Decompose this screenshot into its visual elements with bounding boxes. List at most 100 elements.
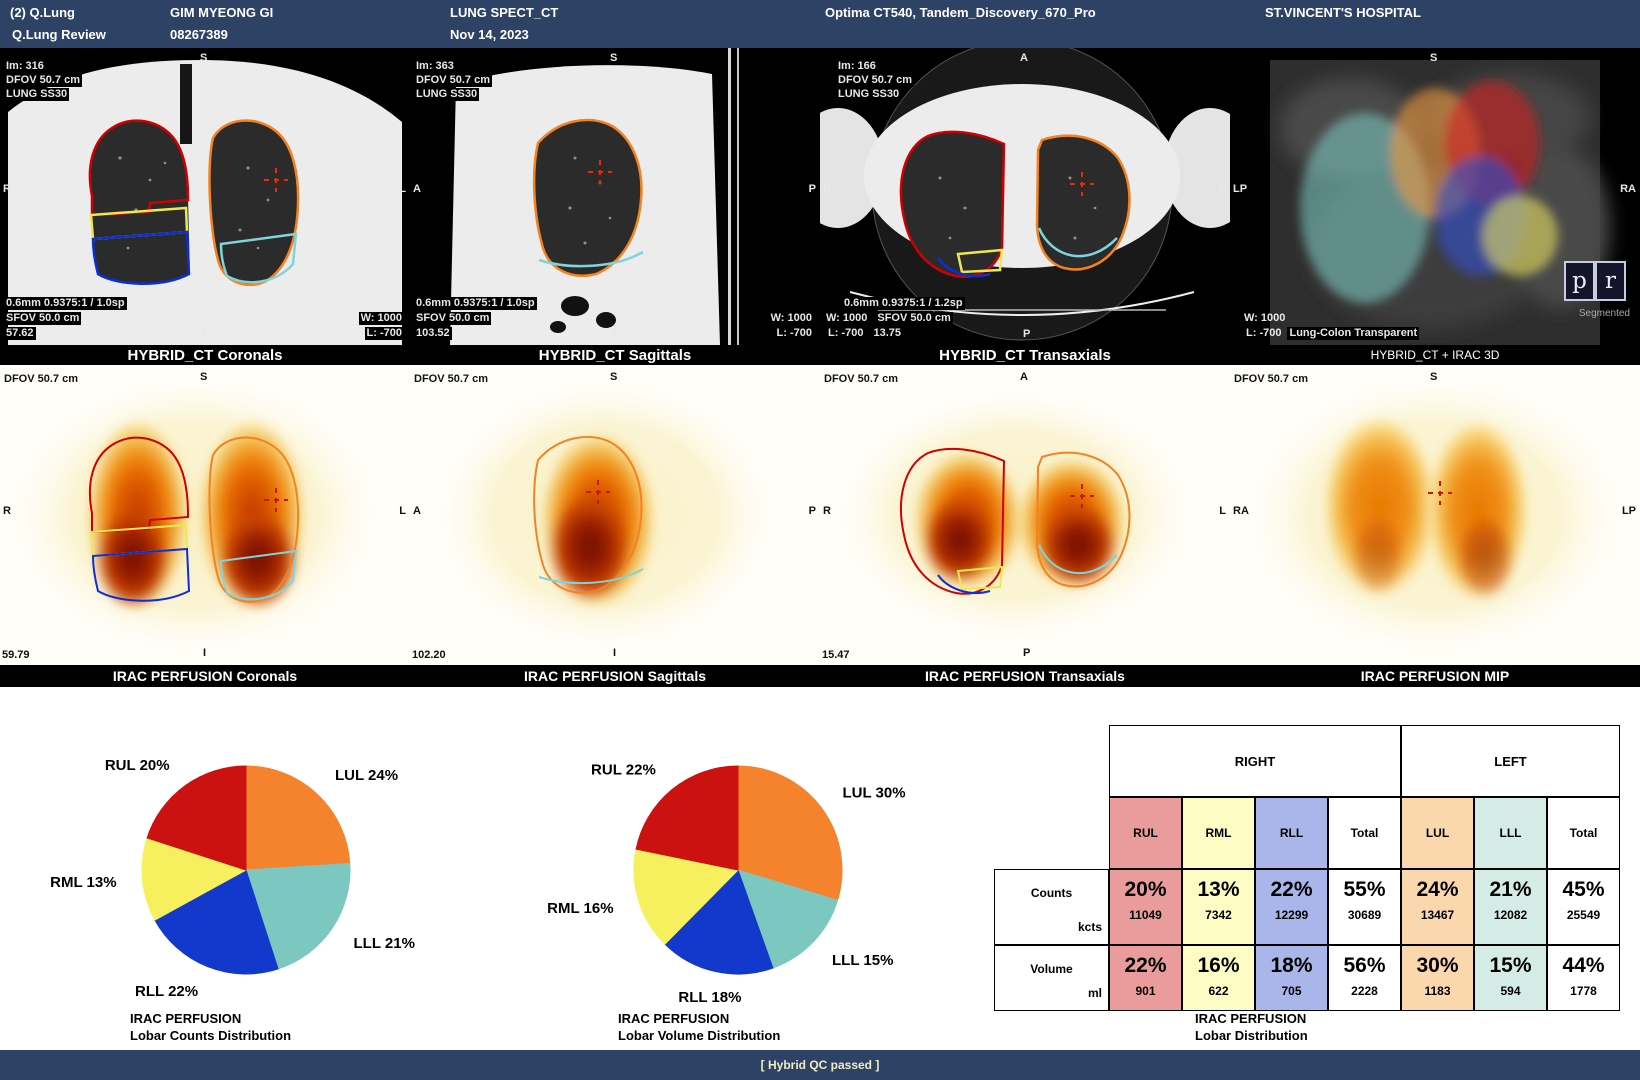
- table-cell-counts-total: 45%25549: [1547, 869, 1620, 945]
- table-caption: IRAC PERFUSION Lobar Distribution: [1195, 1010, 1308, 1044]
- counts-pie-caption: IRAC PERFUSION Lobar Counts Distribution: [130, 1010, 291, 1044]
- dfov-label: DFOV 50.7 cm: [824, 373, 898, 386]
- perfusion-sagittal-viewport[interactable]: DFOV 50.7 cm S A P I 102.20: [410, 365, 820, 665]
- hospital-name: ST.VINCENT'S HOSPITAL: [1265, 5, 1421, 20]
- cell-percent: 30%: [1416, 954, 1458, 978]
- table-group-right: RIGHT: [1109, 725, 1401, 797]
- dfov-label: DFOV 50.7 cm: [1234, 373, 1308, 386]
- table-cell-volume-rml: 16%622: [1182, 945, 1255, 1011]
- level-loc-row: L: -700 13.75: [826, 327, 903, 340]
- pie-chart-volume: LUL 30%LLL 15%RLL 18%RML 16%RUL 22%: [502, 692, 974, 1012]
- sfov-label: SFOV 50.0 cm: [875, 312, 952, 325]
- perfusion-coronal-viewport[interactable]: DFOV 50.7 cm S R L I 59.79: [0, 365, 410, 665]
- window-label: W: 1000: [824, 312, 869, 325]
- row-label: Counts: [995, 886, 1108, 900]
- orient-right: RA: [1620, 183, 1636, 196]
- level-label: L: -700: [365, 327, 404, 340]
- cell-percent: 21%: [1489, 878, 1531, 902]
- cell-percent: 56%: [1343, 954, 1385, 978]
- perfusion-title-band: IRAC PERFUSION Coronals IRAC PERFUSION S…: [0, 665, 1640, 687]
- orient-left: R: [823, 505, 831, 518]
- orient-right: LP: [1622, 505, 1636, 518]
- pr-segmented-logo: p r: [1564, 261, 1626, 301]
- cell-value: 25549: [1567, 908, 1600, 922]
- table-group-left: LEFT: [1401, 725, 1620, 797]
- cell-value: 12299: [1275, 908, 1308, 922]
- scanner-name: Optima CT540, Tandem_Discovery_670_Pro: [825, 5, 1096, 20]
- caption-line-1: IRAC PERFUSION: [618, 1010, 780, 1027]
- orient-top: S: [610, 371, 617, 384]
- slice-info: 0.6mm 0.9375:1 / 1.0sp: [414, 297, 537, 310]
- pie-slice-label: LUL 30%: [843, 785, 906, 802]
- perfusion-sagittal-title: IRAC PERFUSION Sagittals: [410, 665, 820, 687]
- table-cell-volume-rll: 18%705: [1255, 945, 1328, 1011]
- dfov-label: DFOV 50.7 cm: [414, 373, 488, 386]
- sfov-label: SFOV 50.0 cm: [4, 312, 81, 325]
- ct-sagittal-viewport[interactable]: Im: 363 DFOV 50.7 cm LUNG SS30 S A P I 0…: [410, 48, 820, 345]
- cell-value: 901: [1135, 984, 1155, 998]
- ct-title-band: HYBRID_CT Coronals HYBRID_CT Sagittals H…: [0, 345, 1640, 365]
- table-row-label-volume: Volume ml: [994, 945, 1109, 1011]
- perfusion-coronal-title: IRAC PERFUSION Coronals: [0, 665, 410, 687]
- table-cell-counts-rll: 22% 12299: [1255, 869, 1328, 945]
- orient-right: L: [399, 505, 406, 518]
- table-col-header-rul: RUL: [1109, 797, 1182, 869]
- cell-percent: 22%: [1270, 878, 1312, 902]
- cell-value: 13467: [1421, 908, 1454, 922]
- table-cell-counts-lll: 21% 12082: [1474, 869, 1547, 945]
- table-col-header-total: Total: [1547, 797, 1620, 869]
- table-row-label-counts: Counts kcts: [994, 869, 1109, 945]
- orient-bottom: P: [1023, 647, 1030, 660]
- orient-right: L: [1219, 505, 1226, 518]
- render-mode-label: Lung-Colon Transparent: [1287, 327, 1419, 340]
- orient-bottom: I: [203, 328, 206, 341]
- orient-left: LP: [1233, 183, 1247, 196]
- table-cell-volume-lul: 30%1183: [1401, 945, 1474, 1011]
- orient-bottom: I: [613, 328, 616, 341]
- cell-percent: 13%: [1197, 878, 1239, 902]
- pie-slice-label: RUL 22%: [591, 761, 656, 778]
- pie-slice-label: RLL 18%: [678, 989, 741, 1006]
- bowel-gas: [550, 321, 566, 333]
- level-render-row: L: -700 Lung-Colon Transparent: [1246, 327, 1419, 340]
- orient-left: A: [413, 505, 421, 518]
- perfusion-halo: [3, 370, 387, 660]
- slice-location: 57.62: [4, 327, 36, 340]
- cell-value: 7342: [1205, 908, 1232, 922]
- patient-name: GIM MYEONG GI: [170, 5, 273, 20]
- cell-value: 705: [1281, 984, 1301, 998]
- bed-line: [728, 48, 731, 345]
- ct-3d-viewport[interactable]: S LP RA W: 1000 L: -700 Lung-Colon Trans…: [1230, 48, 1640, 345]
- orient-top: S: [200, 52, 207, 65]
- perfusion-mip-viewport[interactable]: DFOV 50.7 cm S RA LP: [1230, 365, 1640, 665]
- orient-bottom: P: [1023, 328, 1030, 341]
- cell-value: 12082: [1494, 908, 1527, 922]
- cell-percent: 20%: [1124, 878, 1166, 902]
- hybrid-ct-row: Im: 316 DFOV 50.7 cm LUNG SS30 S R L I 0…: [0, 48, 1640, 345]
- ct-coronal-viewport[interactable]: Im: 316 DFOV 50.7 cm LUNG SS30 S R L I 0…: [0, 48, 410, 345]
- status-bar: [ Hybrid QC passed ]: [0, 1050, 1640, 1080]
- dfov-label: DFOV 50.7 cm: [414, 74, 492, 87]
- row-unit: kcts: [1078, 920, 1102, 934]
- table-col-header-rll: RLL: [1255, 797, 1328, 869]
- orient-top: A: [1020, 371, 1028, 384]
- perfusion-transaxial-viewport[interactable]: DFOV 50.7 cm A R L P 15.47: [820, 365, 1230, 665]
- ct-transaxial-viewport[interactable]: Im: 166 DFOV 50.7 cm LUNG SS30 A R L P 0…: [820, 48, 1230, 345]
- perfusion-transaxial-title: IRAC PERFUSION Transaxials: [820, 665, 1230, 687]
- orient-top: S: [200, 371, 207, 384]
- cell-value: 622: [1208, 984, 1228, 998]
- caption-line-1: IRAC PERFUSION: [130, 1010, 291, 1027]
- orient-right: P: [809, 183, 816, 196]
- cell-percent: 24%: [1416, 878, 1458, 902]
- bowel-gas: [596, 312, 616, 328]
- perfusion-transaxial-image: [820, 365, 1230, 665]
- orient-left: RA: [1233, 505, 1249, 518]
- perfusion-row: DFOV 50.7 cm S R L I 59.79: [0, 365, 1640, 665]
- logo-letter-p: p: [1564, 261, 1595, 301]
- orient-bottom: I: [613, 647, 616, 660]
- row-label: Volume: [995, 962, 1108, 976]
- pie-slice-label: LLL 21%: [354, 935, 415, 952]
- perfusion-sagittal-image: [410, 365, 820, 665]
- segmented-caption: Segmented: [1579, 308, 1630, 319]
- header-bar: (2) Q.Lung Q.Lung Review GIM MYEONG GI 0…: [0, 0, 1640, 48]
